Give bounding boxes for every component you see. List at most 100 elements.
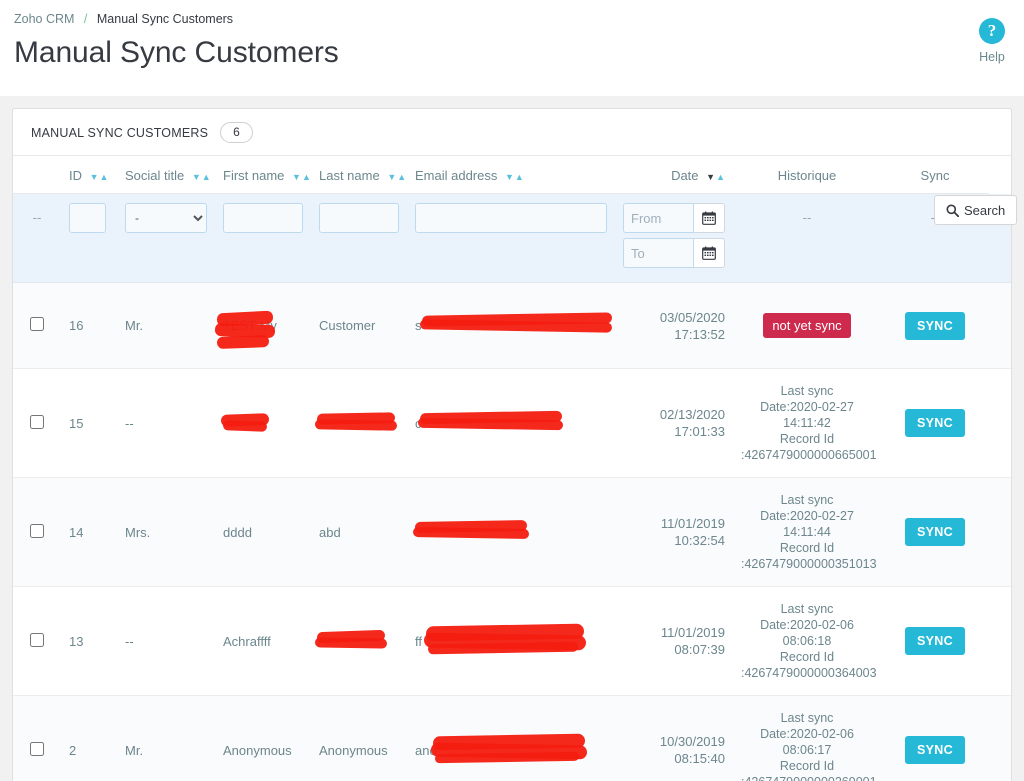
- filter-social-title-select[interactable]: -: [125, 203, 207, 233]
- cell-date: 03/05/2020 17:13:52: [615, 282, 733, 369]
- sort-arrows-social-title[interactable]: ▼▲: [192, 168, 211, 183]
- cell-historique: Last sync Date:2020-02-27 14:11:42 Recor…: [733, 368, 881, 478]
- filter-date-to-input[interactable]: [623, 238, 694, 268]
- sort-arrows-first-name[interactable]: ▼▲: [292, 168, 311, 183]
- th-id[interactable]: ID ▼▲: [61, 156, 117, 194]
- cell-last-name: Anonymous: [311, 695, 407, 781]
- breadcrumb-separator: /: [83, 12, 88, 26]
- filter-checkbox-placeholder: --: [13, 193, 61, 283]
- redacted-first-name: TEST My: [214, 310, 277, 349]
- th-sync-label: Sync: [920, 168, 950, 183]
- redacted-email: c: [415, 410, 564, 431]
- th-checkbox: [13, 156, 61, 194]
- table-row[interactable]: 13 -- Achraffff ff 11/01/2019 08:07:39 L…: [13, 586, 1011, 696]
- sync-button[interactable]: SYNC: [905, 311, 965, 340]
- cell-date-date: 10/30/2019: [659, 734, 725, 749]
- row-select-checkbox[interactable]: [30, 414, 44, 429]
- sort-asc-icon[interactable]: ▲: [397, 173, 406, 182]
- th-email-address[interactable]: Email address ▼▲: [407, 156, 615, 194]
- row-checkbox-cell: [13, 282, 61, 369]
- filter-date-from-group: [623, 203, 725, 233]
- sort-desc-icon[interactable]: ▼: [706, 173, 715, 182]
- cell-sync: SYNC: [881, 282, 989, 369]
- card-title: MANUAL SYNC CUSTOMERS: [31, 125, 209, 140]
- cell-date: 10/30/2019 08:15:40: [615, 695, 733, 781]
- sort-asc-icon[interactable]: ▲: [302, 173, 311, 182]
- historique-line: 14:11:42: [783, 416, 831, 430]
- filter-last-name-input[interactable]: [319, 203, 399, 233]
- th-email-address-label: Email address: [415, 168, 498, 183]
- sort-desc-icon[interactable]: ▼: [192, 173, 201, 182]
- filter-date-from-input[interactable]: [623, 203, 694, 233]
- cell-first-name: [215, 368, 311, 478]
- cell-date-time: 08:07:39: [674, 642, 725, 657]
- filter-first-name-input[interactable]: [223, 203, 303, 233]
- historique-line: :4267479000000351013: [741, 557, 877, 571]
- sort-desc-icon[interactable]: ▼: [292, 173, 301, 182]
- calendar-icon[interactable]: [694, 203, 725, 233]
- sync-button[interactable]: SYNC: [905, 627, 965, 655]
- sync-button[interactable]: SYNC: [905, 736, 965, 764]
- breadcrumb-current: Manual Sync Customers: [96, 12, 234, 26]
- cell-date: 11/01/2019 08:07:39: [615, 586, 733, 696]
- sync-button[interactable]: SYNC: [905, 518, 965, 546]
- filter-historique-placeholder: --: [733, 193, 881, 283]
- cell-historique: Last sync Date:2020-02-06 08:06:18 Recor…: [733, 586, 881, 696]
- th-first-name[interactable]: First name ▼▲: [215, 156, 311, 194]
- cell-social-title: --: [117, 586, 215, 696]
- sort-arrows-email[interactable]: ▼▲: [505, 168, 524, 183]
- cell-first-name: Achraffff: [215, 586, 311, 696]
- cell-historique: Last sync Date:2020-02-27 14:11:44 Recor…: [733, 477, 881, 587]
- search-button[interactable]: Search: [934, 195, 1018, 225]
- sort-desc-icon[interactable]: ▼: [387, 173, 396, 182]
- historique-line: Date:2020-02-06: [760, 618, 854, 632]
- sort-asc-icon[interactable]: ▲: [202, 173, 211, 182]
- cell-date: 02/13/2020 17:01:33: [615, 368, 733, 478]
- historique-line: Last sync: [780, 384, 834, 398]
- table-row[interactable]: 14 Mrs. dddd abd 11/01/2019 10:32:54 Las…: [13, 477, 1011, 587]
- redacted-email: s: [415, 312, 613, 333]
- filter-date-cell: [615, 193, 733, 283]
- cell-historique: not yet sync: [733, 282, 881, 369]
- calendar-icon[interactable]: [694, 238, 725, 268]
- th-date[interactable]: Date ▼▲: [615, 156, 733, 194]
- filter-social-title-cell: -: [117, 193, 215, 283]
- redacted-last-name: [314, 411, 398, 431]
- th-social-title[interactable]: Social title ▼▲: [117, 156, 215, 194]
- row-select-checkbox[interactable]: [30, 523, 44, 538]
- row-select-checkbox[interactable]: [30, 317, 44, 331]
- table-row[interactable]: 15 -- 02/13/2020 17:01:33 Last sync Date…: [13, 368, 1011, 478]
- customers-table: ID ▼▲ Social title ▼▲ First name ▼▲ Last…: [13, 156, 1011, 781]
- help-block[interactable]: ? Help: [968, 18, 1016, 64]
- sort-arrows-last-name[interactable]: ▼▲: [387, 168, 406, 183]
- historique-line: 08:06:17: [782, 743, 832, 757]
- sort-asc-icon[interactable]: ▲: [515, 173, 524, 182]
- sort-asc-icon[interactable]: ▲: [716, 173, 725, 182]
- th-last-name[interactable]: Last name ▼▲: [311, 156, 407, 194]
- filter-date-to-group: [623, 238, 725, 268]
- cell-last-name: abd: [311, 477, 407, 587]
- breadcrumb-root[interactable]: Zoho CRM: [14, 12, 74, 26]
- historique-line: Date:2020-02-06: [760, 727, 854, 741]
- cell-sync: SYNC: [881, 477, 989, 587]
- historique-line: Record Id: [779, 432, 835, 446]
- sort-arrows-id[interactable]: ▼▲: [90, 168, 109, 183]
- table-row[interactable]: 16 Mr. TEST My Customer s: [13, 282, 1011, 369]
- row-select-checkbox[interactable]: [30, 741, 44, 756]
- row-select-checkbox[interactable]: [30, 632, 44, 647]
- th-last-name-label: Last name: [319, 168, 380, 183]
- sort-desc-icon[interactable]: ▼: [90, 173, 99, 182]
- sync-button[interactable]: SYNC: [905, 409, 965, 437]
- sort-arrows-date[interactable]: ▼▲: [706, 168, 725, 183]
- cell-last-name: Customer: [311, 282, 407, 369]
- filter-id-input[interactable]: [69, 203, 106, 233]
- table-row[interactable]: 2 Mr. Anonymous Anonymous ano 10/30/2019: [13, 695, 1011, 781]
- cell-first-name: dddd: [215, 477, 311, 587]
- sort-desc-icon[interactable]: ▼: [505, 173, 514, 182]
- cell-id: 13: [61, 586, 117, 696]
- filter-email-input[interactable]: [415, 203, 607, 233]
- cell-social-title: Mr.: [117, 282, 215, 369]
- question-mark-circle-icon[interactable]: ?: [979, 18, 1005, 44]
- search-button-wrap: Search: [934, 195, 1018, 225]
- sort-asc-icon[interactable]: ▲: [100, 173, 109, 182]
